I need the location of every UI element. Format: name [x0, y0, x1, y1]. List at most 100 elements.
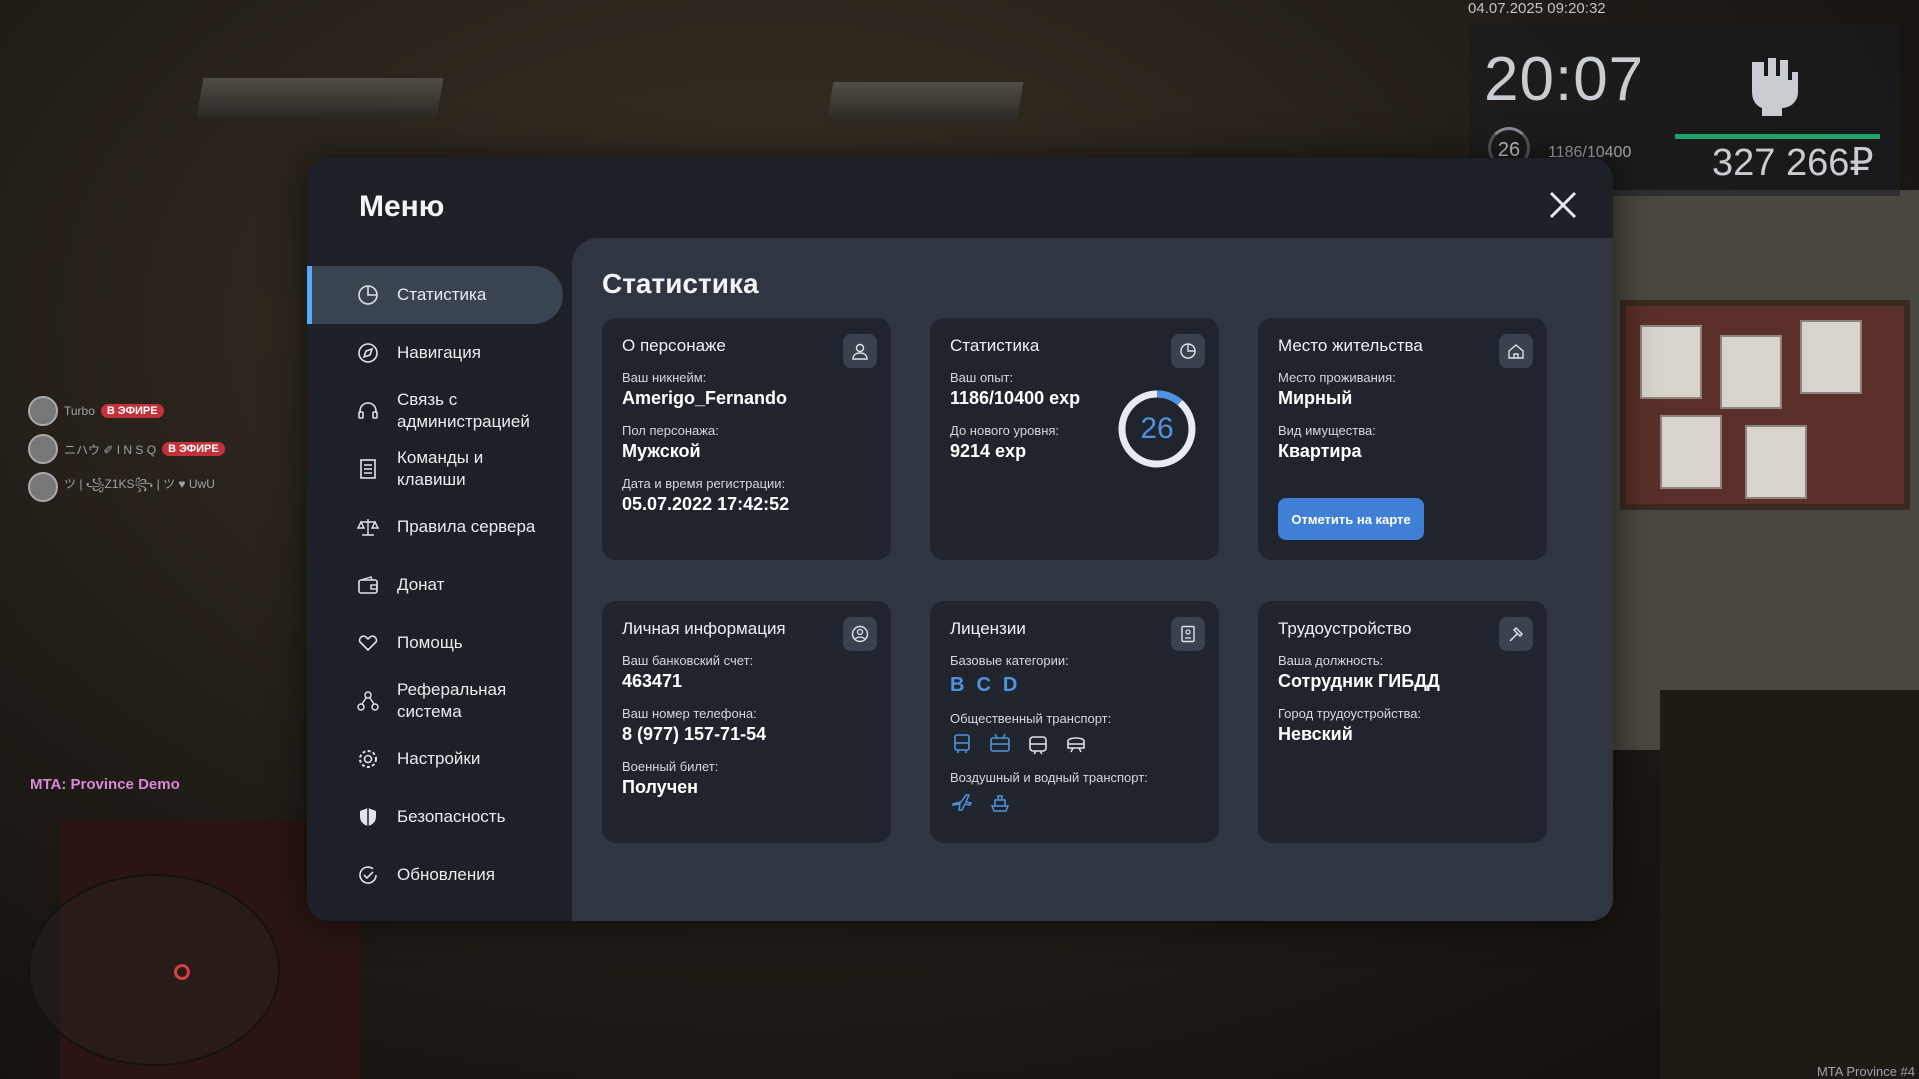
- gender-value: Мужской: [622, 441, 701, 461]
- sidebar-item-updates[interactable]: Обновления: [307, 846, 563, 904]
- card-title: Личная информация: [622, 619, 786, 638]
- bus-icon: [950, 732, 974, 756]
- pie-chart-icon: [1171, 334, 1205, 368]
- live-badge: В ЭФИРЕ: [162, 442, 225, 456]
- hud-money: 327 266₽: [1712, 142, 1874, 184]
- card-licenses: Лицензии Базовые категории: B C D Общест…: [930, 601, 1219, 843]
- player-name: ニハウ ✐ I N S Q: [64, 442, 157, 457]
- bank-account-value: 463471: [622, 671, 683, 691]
- photo: [1800, 320, 1862, 394]
- server-tag: MTA: Province Demo: [30, 776, 180, 793]
- user-circle-icon: [843, 617, 877, 651]
- voice-list-item: ツ | ꧁Z1KS꧂ | ツ ♥ UwU: [28, 468, 225, 506]
- close-icon: [1549, 191, 1577, 219]
- field-label: Ваш номер телефона:: [622, 706, 757, 721]
- public-transport-icons: [950, 732, 1199, 756]
- field-label: Дата и время регистрации:: [622, 476, 786, 491]
- sidebar-item-label: Связь с администрацией: [397, 390, 530, 431]
- sidebar-item-label: Безопасность: [397, 807, 506, 826]
- content-title: Статистика: [602, 268, 759, 299]
- sidebar-item-label: Команды и клавиши: [397, 448, 484, 489]
- card-title: Место жительства: [1278, 336, 1423, 355]
- card-character: О персонаже Ваш никнейм: Amerigo_Fernand…: [602, 318, 891, 560]
- sidebar-item-navigation[interactable]: Навигация: [307, 324, 563, 382]
- level-number: 26: [1140, 412, 1174, 445]
- sidebar-item-help[interactable]: Помощь: [307, 614, 563, 672]
- field-label: Город трудоустройства:: [1278, 706, 1422, 721]
- compass-icon: [355, 340, 381, 366]
- hammer-icon: [1499, 617, 1533, 651]
- home-icon: [1499, 334, 1533, 368]
- wallet-icon: [355, 572, 381, 598]
- sidebar-item-label: Статистика: [397, 285, 487, 304]
- card-employment: Трудоустройство Ваша должность: Сотрудни…: [1258, 601, 1547, 843]
- field-label: Ваша должность:: [1278, 653, 1384, 668]
- nickname-value: Amerigo_Fernando: [622, 388, 788, 408]
- voice-list: Turbo В ЭФИРЕ ニハウ ✐ I N S Q В ЭФИРЕ ツ | …: [28, 392, 225, 506]
- card-title: Статистика: [950, 336, 1040, 355]
- field-label: Место проживания:: [1278, 370, 1396, 385]
- avatar: [28, 434, 58, 464]
- document-list-icon: [355, 456, 381, 482]
- sidebar-item-donate[interactable]: Донат: [307, 556, 563, 614]
- shield-icon: [355, 804, 381, 830]
- menu-title: Меню: [359, 190, 445, 223]
- menu-window: Меню Статистика Навигация Связь с админи…: [307, 158, 1613, 921]
- sidebar-item-label: Правила сервера: [397, 517, 536, 536]
- mark-on-map-button[interactable]: Отметить на карте: [1278, 498, 1424, 540]
- card-title: Лицензии: [950, 619, 1026, 638]
- card-personal-info: Личная информация Ваш банковский счет: 4…: [602, 601, 891, 843]
- card-title: О персонаже: [622, 336, 726, 355]
- sidebar-item-label: Помощь: [397, 633, 463, 652]
- card-statistics: Статистика Ваш опыт: 1186/10400 exp До н…: [930, 318, 1219, 560]
- watermark: MTA Province #4: [1816, 1064, 1915, 1079]
- heart-hand-icon: [355, 630, 381, 656]
- residence-value: Мирный: [1278, 388, 1353, 408]
- minimap: [28, 874, 280, 1066]
- ship-icon: [988, 791, 1012, 815]
- sidebar-item-label: Обновления: [397, 865, 495, 884]
- air-water-transport-icons: [950, 791, 1199, 815]
- refresh-check-icon: [355, 862, 381, 888]
- player-name: ツ | ꧁Z1KS꧂ | ツ ♥ UwU: [64, 477, 215, 491]
- registration-value: 05.07.2022 17:42:52: [622, 494, 790, 514]
- license-categories: B C D: [950, 674, 1199, 697]
- card-title: Трудоустройство: [1278, 619, 1412, 638]
- sidebar-item-commands[interactable]: Команды и клавиши: [307, 440, 563, 498]
- sidebar-item-server-rules[interactable]: Правила сервера: [307, 498, 563, 556]
- sidebar-item-statistics[interactable]: Статистика: [307, 266, 563, 324]
- field-label: Военный билет:: [622, 759, 719, 774]
- sidebar-item-referral[interactable]: Реферальная система: [307, 672, 563, 730]
- referral-icon: [355, 688, 381, 714]
- hud-clock: 20:07: [1484, 45, 1645, 114]
- close-button[interactable]: [1543, 188, 1583, 228]
- fist-icon: [1744, 52, 1800, 130]
- scales-icon: [355, 514, 381, 540]
- hud-health-bar: [1675, 134, 1880, 139]
- military-id-value: Получен: [622, 777, 699, 797]
- sidebar-item-contact-admin[interactable]: Связь с администрацией: [307, 382, 563, 440]
- ceiling-light: [196, 78, 444, 118]
- sidebar-item-settings[interactable]: Настройки: [307, 730, 563, 788]
- license-category: B: [950, 674, 965, 696]
- voice-list-item: Turbo В ЭФИРЕ: [28, 392, 225, 430]
- gear-icon: [355, 746, 381, 772]
- pie-chart-icon: [355, 282, 381, 308]
- sidebar-item-security[interactable]: Безопасность: [307, 788, 563, 846]
- field-label: Базовые категории:: [950, 653, 1069, 668]
- voice-list-item: ニハウ ✐ I N S Q В ЭФИРЕ: [28, 430, 225, 468]
- metro-icon: [1064, 732, 1088, 756]
- tram-icon: [1026, 732, 1050, 756]
- photo: [1640, 325, 1702, 399]
- card-residence: Место жительства Место проживания: Мирны…: [1258, 318, 1547, 560]
- property-value: Квартира: [1278, 441, 1362, 461]
- field-label: Пол персонажа:: [622, 423, 719, 438]
- sidebar-item-label: Реферальная система: [397, 680, 507, 721]
- headset-icon: [355, 398, 381, 424]
- live-badge: В ЭФИРЕ: [100, 404, 164, 418]
- field-label: Ваш никнейм:: [622, 370, 707, 385]
- hud-datetime: 04.07.2025 09:20:32: [1468, 0, 1606, 17]
- photo: [1720, 335, 1782, 409]
- sidebar-item-label: Навигация: [397, 343, 481, 362]
- plane-icon: [950, 791, 974, 815]
